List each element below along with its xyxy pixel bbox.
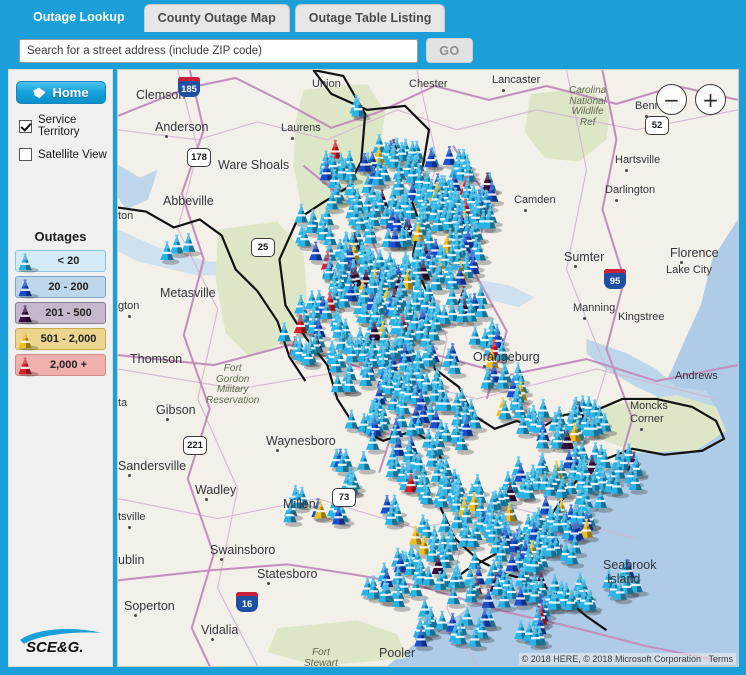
sidebar: Home Service Territory Satellite View Ou… bbox=[8, 69, 113, 667]
sceg-logo: SCE&G. bbox=[9, 624, 112, 658]
map-city-dot bbox=[524, 209, 527, 212]
go-button[interactable]: GO bbox=[426, 38, 473, 63]
tab-label: Outage Table Listing bbox=[308, 11, 432, 26]
zoom-controls: − + bbox=[656, 84, 726, 115]
checkbox-icon bbox=[19, 119, 32, 133]
route-shield-185: 185 bbox=[178, 77, 200, 97]
svg-text:SCE&G.: SCE&G. bbox=[26, 639, 84, 656]
zoom-out-button[interactable]: − bbox=[656, 84, 687, 115]
route-shield-73: 73 bbox=[332, 488, 356, 507]
map-city-dot bbox=[166, 418, 169, 421]
map-city-dot bbox=[502, 89, 505, 92]
route-shield-52: 52 bbox=[645, 116, 669, 135]
checkbox-label: Satellite View bbox=[38, 148, 107, 161]
map-city-dot bbox=[293, 512, 296, 515]
legend-item-4[interactable]: 2,000 + bbox=[14, 354, 106, 377]
search-input[interactable] bbox=[19, 38, 418, 63]
checkbox-label: Service Territory bbox=[38, 114, 80, 138]
map-city-dot bbox=[680, 261, 683, 264]
route-shield-95: 95 bbox=[604, 269, 626, 289]
map-city-dot bbox=[134, 614, 137, 617]
map-city-dot bbox=[625, 169, 628, 172]
tab-outage-lookup[interactable]: Outage Lookup bbox=[19, 2, 139, 32]
map-city-dot bbox=[574, 265, 577, 268]
legend-item-1[interactable]: 20 - 200 bbox=[14, 276, 106, 299]
map-city-dot bbox=[267, 582, 270, 585]
tab-county-outage-map[interactable]: County Outage Map bbox=[143, 4, 290, 32]
map-city-dot bbox=[483, 365, 486, 368]
legend-title: Outages bbox=[34, 229, 87, 244]
map-city-dot bbox=[615, 199, 618, 202]
map-city-dot bbox=[128, 474, 131, 477]
outage-marker[interactable] bbox=[356, 450, 377, 475]
map-city-dot bbox=[640, 428, 643, 431]
cone-icon bbox=[14, 304, 40, 325]
zoom-in-button[interactable]: + bbox=[695, 84, 726, 115]
tab-outage-table-listing[interactable]: Outage Table Listing bbox=[294, 4, 446, 32]
cone-icon bbox=[14, 330, 40, 351]
map-city-dot bbox=[128, 526, 131, 529]
map-city-dot bbox=[211, 638, 214, 641]
checkbox-icon bbox=[19, 148, 32, 161]
legend-item-0[interactable]: < 20 bbox=[14, 250, 106, 273]
route-shield-221: 221 bbox=[183, 436, 207, 455]
cone-icon bbox=[14, 356, 40, 377]
home-button[interactable]: Home bbox=[15, 81, 106, 104]
cone-icon bbox=[14, 252, 40, 273]
home-button-label: Home bbox=[52, 85, 89, 100]
legend: < 20 20 - 200 201 - 500 501 - 2,000 2,00… bbox=[14, 250, 106, 377]
map-city-dot bbox=[128, 315, 131, 318]
terms-link[interactable]: Terms bbox=[709, 654, 734, 664]
attribution-text: © 2018 HERE, © 2018 Microsoft Corporatio… bbox=[521, 654, 701, 664]
search-bar: GO bbox=[0, 32, 746, 69]
state-shape-icon bbox=[32, 87, 47, 99]
tab-label: Outage Lookup bbox=[33, 10, 125, 25]
map-city-dot bbox=[165, 135, 168, 138]
legend-item-3[interactable]: 501 - 2,000 bbox=[14, 328, 106, 351]
cone-icon bbox=[14, 278, 40, 299]
outage-map-app: Outage Lookup County Outage Map Outage T… bbox=[0, 0, 746, 675]
legend-item-2[interactable]: 201 - 500 bbox=[14, 302, 106, 325]
checkbox-satellite-view[interactable]: Satellite View bbox=[19, 148, 112, 161]
map-canvas[interactable]: Clemson Anderson Laurens Union Chester Lancas… bbox=[117, 69, 739, 667]
tab-bar: Outage Lookup County Outage Map Outage T… bbox=[0, 0, 746, 32]
map-city-dot bbox=[220, 558, 223, 561]
route-shield-25: 25 bbox=[251, 238, 275, 257]
route-shield-178: 178 bbox=[187, 148, 211, 167]
map-city-dot bbox=[583, 317, 586, 320]
tab-label: County Outage Map bbox=[157, 11, 276, 26]
route-shield-16: 16 bbox=[236, 592, 258, 612]
map-attribution: © 2018 HERE, © 2018 Microsoft Corporatio… bbox=[518, 653, 736, 665]
checkbox-service-territory[interactable]: Service Territory bbox=[19, 114, 112, 138]
map-city-dot bbox=[205, 498, 208, 501]
map-city-dot bbox=[291, 137, 294, 140]
map-city-dot bbox=[276, 449, 279, 452]
